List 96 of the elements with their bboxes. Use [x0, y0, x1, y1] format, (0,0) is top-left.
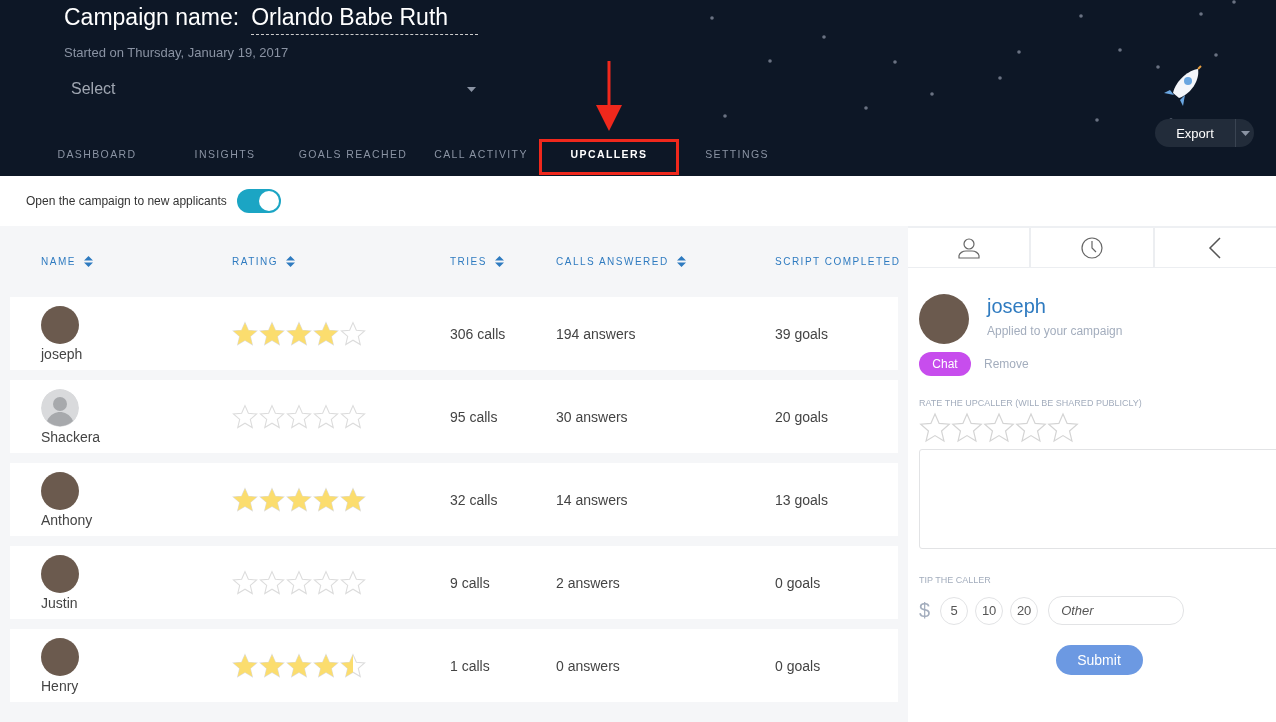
upcaller-name: joseph [987, 295, 1047, 318]
export-button[interactable]: Export [1155, 119, 1254, 147]
avatar-photo-placeholder [919, 294, 969, 344]
star-icon [259, 486, 285, 513]
rocket-icon [1162, 64, 1204, 108]
star-icon [340, 486, 366, 513]
star-icon [313, 569, 339, 596]
column-header[interactable]: TRIES [450, 256, 487, 267]
nav-tab[interactable]: DASHBOARD [33, 148, 161, 160]
star-icon[interactable] [919, 412, 951, 444]
star-icon [286, 486, 312, 513]
table-row[interactable]: joseph 306 calls 194 answers 39 goals [10, 297, 898, 370]
nav-tab[interactable]: SETTINGS [673, 148, 801, 160]
other-amount-field[interactable]: Other [1048, 596, 1185, 625]
campaign-label: Campaign name: [64, 4, 240, 31]
chat-button[interactable]: Chat [919, 352, 971, 376]
upcaller-name[interactable]: Anthony [41, 511, 93, 528]
star-icon [232, 320, 258, 347]
table-row[interactable]: Shackera 95 calls 30 answers 20 goals [10, 380, 898, 453]
star-icon[interactable] [951, 412, 983, 444]
start-date: Started on Thursday, January 19, 2017 [64, 45, 290, 60]
table-cell-text: 1 calls [450, 657, 491, 674]
column-header[interactable]: NAME [41, 256, 76, 267]
star-icon[interactable] [1047, 412, 1079, 444]
caret-icon [1240, 130, 1250, 136]
star-icon [313, 320, 339, 347]
star-icon[interactable] [983, 412, 1015, 444]
star-icon [259, 403, 285, 430]
table-cell-text: 0 answers [556, 657, 621, 674]
upcaller-name[interactable]: Shackera [41, 428, 101, 445]
table-cell-text: 13 goals [775, 491, 829, 508]
table-cell-text: 2 answers [556, 574, 621, 591]
table-cell-text: 306 calls [450, 325, 507, 342]
sort-icon[interactable] [494, 256, 504, 267]
rating-label: RATE THE UPCALLER (WILL BE SHARED PUBLICLY) [919, 398, 1143, 408]
sort-icon[interactable] [286, 256, 296, 267]
nav-tab[interactable]: CALL ACTIVITY [417, 148, 545, 160]
tip-label: TIP THE CALLER [919, 575, 992, 585]
campaign-name-field[interactable]: Orlando Babe Ruth [251, 4, 479, 35]
toggle-switch[interactable] [236, 189, 281, 213]
table-cell-text: 0 goals [775, 657, 822, 674]
star-icon [259, 320, 285, 347]
star-icon [313, 486, 339, 513]
table-cell-text: 30 answers [556, 408, 629, 425]
tip-amount-button[interactable]: 10 [975, 596, 1004, 625]
tip-amount-button[interactable]: 5 [940, 596, 969, 625]
sort-icon[interactable] [676, 256, 686, 267]
star-icon [313, 652, 339, 679]
table-cell-text: 14 answers [556, 491, 629, 508]
star-icon [313, 403, 339, 430]
nav-tab[interactable]: UPCALLERS [545, 148, 673, 160]
chevron-left-icon [1208, 236, 1223, 259]
caret-icon [467, 86, 476, 92]
star-icon [340, 652, 366, 679]
upcaller-name[interactable]: Henry [41, 677, 79, 694]
currency-sign: $ [919, 599, 931, 622]
star-icon [340, 320, 366, 347]
star-icon [232, 403, 258, 430]
nav-tab[interactable]: GOALS REACHED [289, 148, 417, 160]
star-icon [286, 403, 312, 430]
upcaller-name[interactable]: Justin [41, 594, 78, 611]
table-cell-text: 39 goals [775, 325, 829, 342]
upcaller-name[interactable]: joseph [41, 345, 83, 362]
column-header[interactable]: RATING [232, 256, 279, 267]
person-icon [957, 236, 980, 259]
table-cell-text: 32 calls [450, 491, 499, 508]
table-cell-text: 20 goals [775, 408, 829, 425]
application-status: Applied to your campaign [987, 324, 1123, 338]
column-header[interactable]: CALLS ANSWERED [556, 256, 669, 267]
column-header[interactable]: SCRIPT COMPLETED [775, 256, 901, 267]
sort-icon[interactable] [83, 256, 93, 267]
select-dropdown[interactable]: Select [71, 80, 476, 98]
star-icon [232, 652, 258, 679]
arrow-icon [594, 61, 624, 131]
star-icon [286, 320, 312, 347]
table-row[interactable]: Anthony 32 calls 14 answers 13 goals [10, 463, 898, 536]
star-icon [232, 486, 258, 513]
table-cell-text: 0 goals [775, 574, 822, 591]
table-cell-text: 194 answers [556, 325, 637, 342]
star-icon [232, 569, 258, 596]
clock-icon [1081, 236, 1103, 259]
table-cell-text: 9 calls [450, 574, 491, 591]
tip-amount-button[interactable]: 20 [1010, 596, 1039, 625]
table-row[interactable]: Justin 9 calls 2 answers 0 goals [10, 546, 898, 619]
star-icon [259, 652, 285, 679]
comment-field[interactable] [919, 449, 1276, 549]
star-icon [286, 569, 312, 596]
table-cell-text: 95 calls [450, 408, 499, 425]
star-icon [340, 403, 366, 430]
star-icon [259, 569, 285, 596]
star-icon [286, 652, 312, 679]
star-icon[interactable] [1015, 412, 1047, 444]
nav-tab[interactable]: INSIGHTS [161, 148, 289, 160]
star-icon [340, 569, 366, 596]
toggle-label: Open the campaign to new applicants [26, 194, 227, 208]
table-row[interactable]: Henry 1 calls 0 answers 0 goals [10, 629, 898, 702]
